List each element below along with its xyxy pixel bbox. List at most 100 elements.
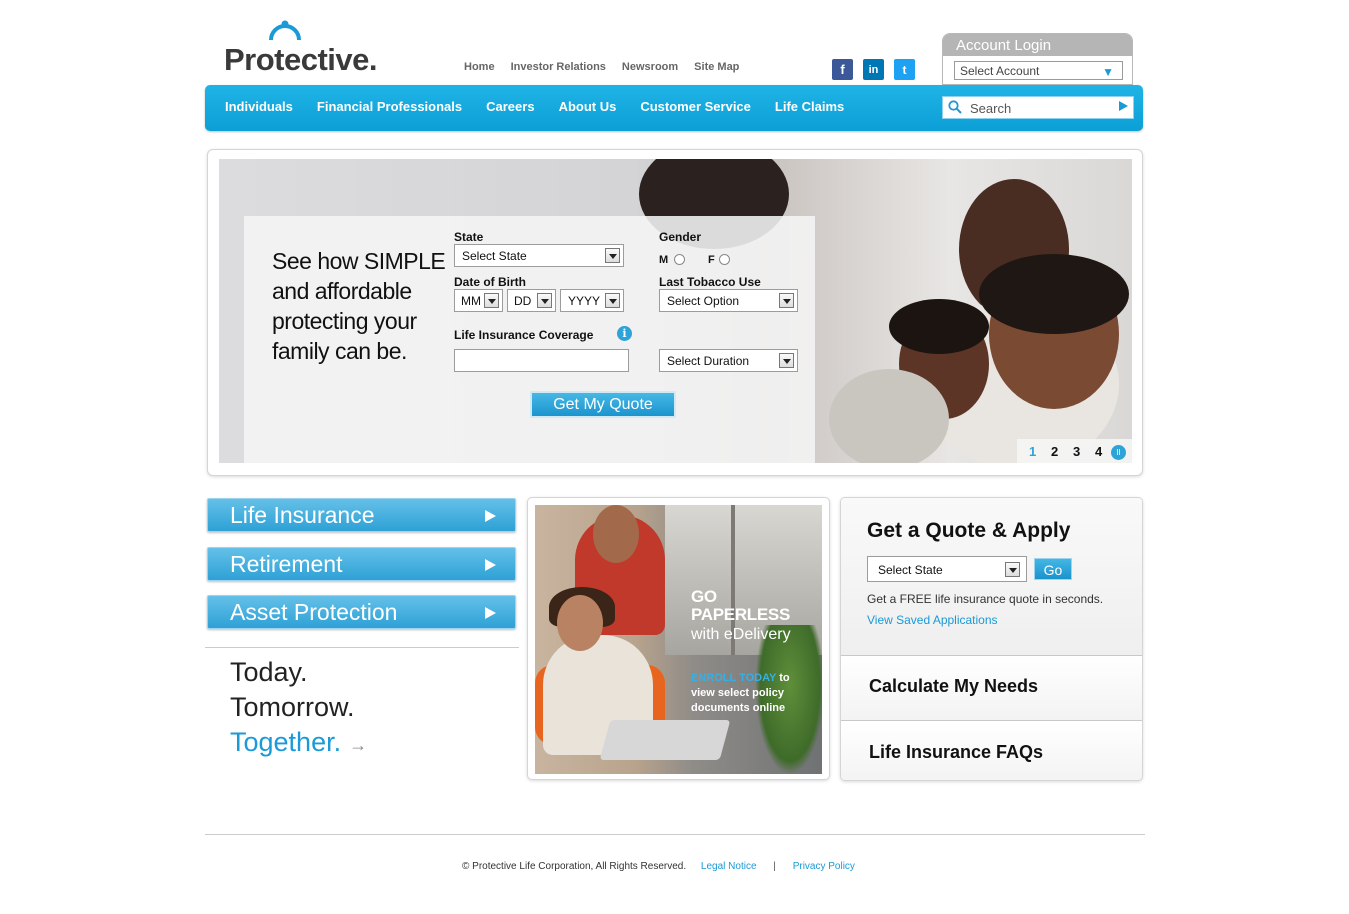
tagline-line-1: Today.	[230, 657, 308, 687]
dropdown-arrow-icon	[605, 293, 620, 308]
dropdown-arrow-icon	[1005, 562, 1020, 577]
arrow-right-icon	[485, 607, 496, 619]
duration-select[interactable]: Select Duration	[659, 349, 798, 372]
dob-year-select[interactable]: YYYY	[560, 289, 624, 312]
nav-careers[interactable]: Careers	[486, 99, 534, 114]
promo-photo-shape	[557, 595, 603, 651]
dob-month-value: MM	[461, 294, 481, 308]
quote-section: Get a Quote & Apply Select State Go Get …	[841, 498, 1142, 656]
pager-item-1[interactable]: 1	[1029, 444, 1036, 459]
life-insurance-button[interactable]: Life Insurance	[207, 498, 516, 532]
info-icon[interactable]: i	[617, 326, 632, 341]
asset-protection-label: Asset Protection	[230, 599, 398, 625]
footer: © Protective Life Corporation, All Right…	[462, 861, 855, 872]
promo-photo-shape	[593, 505, 639, 563]
life-insurance-faqs-link[interactable]: Life Insurance FAQs	[841, 722, 1142, 780]
calculate-needs-label: Calculate My Needs	[869, 676, 1039, 696]
arrow-right-icon	[485, 510, 496, 522]
hero-headline: See how SIMPLE and affordable protecting…	[272, 248, 446, 364]
dropdown-arrow-icon	[605, 248, 620, 263]
nav-site-map-link[interactable]: Site Map	[694, 61, 739, 73]
tobacco-select[interactable]: Select Option	[659, 289, 798, 312]
protective-logo[interactable]: Protective.	[224, 18, 384, 78]
tobacco-label: Last Tobacco Use	[659, 275, 761, 289]
nav-customer-service[interactable]: Customer Service	[640, 99, 751, 114]
go-button[interactable]: Go	[1034, 558, 1072, 580]
privacy-policy-link[interactable]: Privacy Policy	[793, 861, 855, 872]
search-input[interactable]: Search	[970, 101, 1011, 116]
tagline-line-2: Tomorrow.	[230, 692, 355, 722]
dropdown-arrow-icon	[779, 293, 794, 308]
search-submit-icon[interactable]	[1119, 101, 1128, 111]
state-select-value: Select State	[462, 249, 527, 263]
legal-notice-link[interactable]: Legal Notice	[701, 861, 757, 872]
life-insurance-label: Life Insurance	[230, 502, 375, 528]
pause-icon[interactable]: II	[1111, 445, 1126, 460]
nav-home-link[interactable]: Home	[464, 61, 495, 73]
promo-photo-shape	[599, 720, 731, 760]
nav-newsroom-link[interactable]: Newsroom	[622, 61, 678, 73]
gender-m-radio[interactable]	[674, 254, 685, 265]
pager-item-3[interactable]: 3	[1073, 444, 1080, 459]
select-account-dropdown[interactable]: Select Account ▼	[954, 61, 1123, 80]
gender-f-radio[interactable]	[719, 254, 730, 265]
copyright: © Protective Life Corporation, All Right…	[462, 861, 687, 872]
twitter-icon[interactable]: t	[894, 59, 915, 80]
hero-carousel: See how SIMPLE and affordable protecting…	[207, 149, 1143, 476]
quote-apply-panel: Get a Quote & Apply Select State Go Get …	[840, 497, 1143, 781]
tobacco-select-value: Select Option	[667, 294, 740, 308]
state-select[interactable]: Select State	[454, 244, 624, 267]
linkedin-icon[interactable]: in	[863, 59, 884, 80]
dropdown-arrow-icon	[484, 293, 499, 308]
asset-protection-button[interactable]: Asset Protection	[207, 595, 516, 629]
edelivery-promo[interactable]: GO PAPERLESS with eDelivery ENROLL TODAY…	[527, 497, 830, 780]
nav-financial-professionals[interactable]: Financial Professionals	[317, 99, 462, 114]
calculate-needs-link[interactable]: Calculate My Needs	[841, 656, 1142, 721]
promo-title: GO PAPERLESS	[691, 588, 790, 624]
divider	[205, 647, 519, 648]
tagline-line-3: Together.	[230, 727, 342, 757]
chevron-down-icon: ▼	[1102, 65, 1114, 79]
tagline[interactable]: Today. Tomorrow. Together. →	[230, 655, 367, 763]
utility-nav: Home Investor Relations Newsroom Site Ma…	[464, 61, 755, 73]
quote-state-value: Select State	[878, 563, 943, 577]
quote-title: Get a Quote & Apply	[867, 519, 1071, 542]
nav-life-claims[interactable]: Life Claims	[775, 99, 844, 114]
pager-item-4[interactable]: 4	[1095, 444, 1102, 459]
dropdown-arrow-icon	[537, 293, 552, 308]
quote-state-select[interactable]: Select State	[867, 556, 1027, 582]
hero-photo-shape	[979, 254, 1129, 334]
enroll-today-highlight: ENROLL TODAY	[691, 672, 777, 684]
coverage-input[interactable]	[454, 349, 629, 372]
nav-about-us[interactable]: About Us	[559, 99, 617, 114]
footer-separator: |	[773, 861, 776, 872]
dob-day-select[interactable]: DD	[507, 289, 556, 312]
search-box[interactable]: Search	[942, 96, 1134, 119]
footer-divider	[205, 834, 1145, 835]
account-login-title: Account Login	[943, 34, 1132, 56]
nav-individuals[interactable]: Individuals	[225, 99, 293, 114]
coverage-label: Life Insurance Coverage	[454, 328, 594, 342]
promo-subtitle: with eDelivery	[691, 626, 791, 643]
facebook-icon[interactable]: f	[832, 59, 853, 80]
quote-form-panel: See how SIMPLE and affordable protecting…	[244, 216, 815, 463]
get-my-quote-button[interactable]: Get My Quote	[530, 391, 676, 418]
hero-photo-shape	[829, 369, 949, 463]
carousel-pager: 1 2 3 4 II	[1017, 439, 1132, 463]
duration-select-value: Select Duration	[667, 354, 750, 368]
arrow-right-icon	[485, 559, 496, 571]
view-saved-applications-link[interactable]: View Saved Applications	[867, 613, 998, 627]
free-quote-text: Get a FREE life insurance quote in secon…	[867, 592, 1104, 606]
gender-f-label: F	[708, 254, 715, 266]
dob-year-value: YYYY	[568, 294, 601, 308]
logo-arc-icon	[269, 20, 301, 41]
hero-photo-shape	[889, 299, 989, 354]
main-nav-bar: Individuals Financial Professionals Care…	[205, 85, 1143, 131]
dob-month-select[interactable]: MM	[454, 289, 503, 312]
dob-label: Date of Birth	[454, 275, 526, 289]
promo-enroll-text: ENROLL TODAY to view select policy docum…	[691, 671, 816, 716]
select-account-label: Select Account	[960, 64, 1040, 78]
nav-investor-relations-link[interactable]: Investor Relations	[511, 61, 606, 73]
retirement-button[interactable]: Retirement	[207, 547, 516, 581]
pager-item-2[interactable]: 2	[1051, 444, 1058, 459]
